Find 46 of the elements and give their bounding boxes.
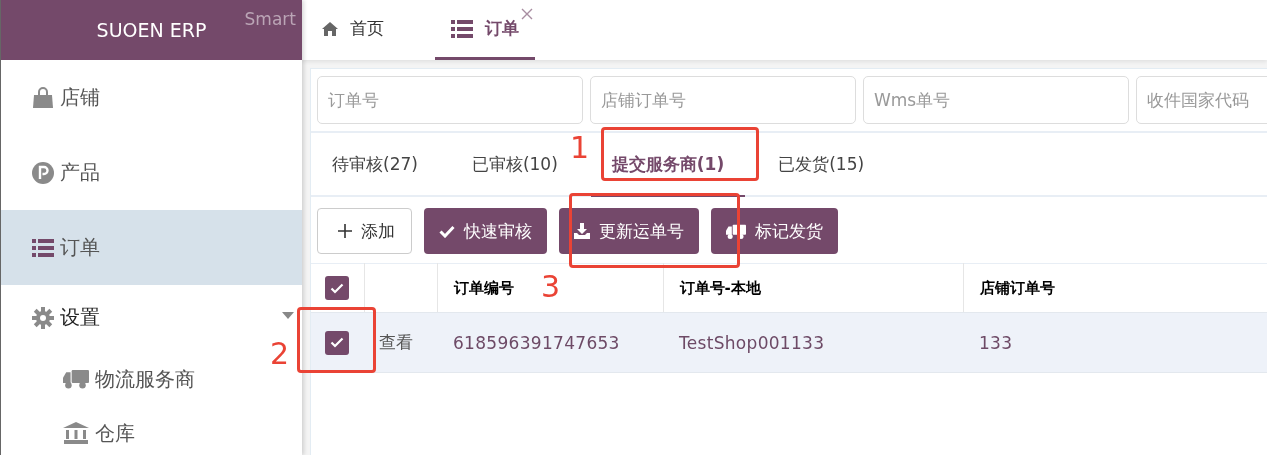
table-cell: 133 [963,312,1267,373]
checkbox[interactable] [325,330,349,355]
annotation-number: 3 [541,272,561,302]
letter-p-circle-icon [32,161,54,184]
list-icon [451,19,473,38]
bank-icon [63,422,89,444]
download-icon [574,223,590,239]
annotation-number: 2 [270,339,290,369]
page-tab[interactable]: 订单 [435,0,535,60]
plus-icon [338,224,352,238]
search-field[interactable]: 店铺订单号 [590,76,856,124]
toolbar-button[interactable]: 标记发货 [711,208,838,254]
status-tab[interactable]: 待审核(27) [311,133,439,197]
column-header: 订单号-本地 [663,263,963,313]
truck-icon [63,369,89,389]
brand-name: SUOEN ERP [96,19,207,41]
status-tab[interactable]: 已发货(15) [757,133,886,197]
search-field[interactable]: 收件国家代码 [1136,76,1267,124]
check-icon [439,224,455,238]
sidebar-subitem[interactable]: 物流服务商 [1,350,207,408]
annotation-number: 1 [570,133,590,163]
page-tab[interactable]: 首页 [322,0,400,60]
search-field[interactable]: Wms单号 [863,76,1129,124]
checkmark-icon [330,337,344,348]
home-icon [322,21,338,36]
sidebar-item[interactable]: 订单 [1,210,302,285]
toolbar-button[interactable]: 添加 [317,208,412,254]
toolbar-button[interactable]: 快速审核 [424,208,547,254]
checkbox[interactable] [325,276,349,300]
settings-icon [32,306,54,329]
table-cell: 618596391747653 [437,312,663,373]
checkmark-icon [330,282,344,294]
shopping-bag-icon [32,86,54,109]
table-cell: TestShop001133 [663,312,963,373]
column-header: 店铺订单号 [963,263,1267,313]
view-link[interactable]: 查看 [379,332,414,352]
close-icon[interactable] [521,8,533,20]
toolbar-button[interactable]: 更新运单号 [559,208,699,254]
truck-icon [726,223,746,239]
search-field[interactable]: 订单号 [317,76,583,124]
sidebar-item[interactable]: 店铺 [1,60,302,135]
sidebar-subitem[interactable]: 仓库 [1,408,147,455]
list-icon [32,238,54,257]
status-tab[interactable]: 提交服务商(1) [590,133,746,197]
sidebar-item[interactable]: 产品 [1,135,302,210]
edition-label: Smart [244,9,296,29]
